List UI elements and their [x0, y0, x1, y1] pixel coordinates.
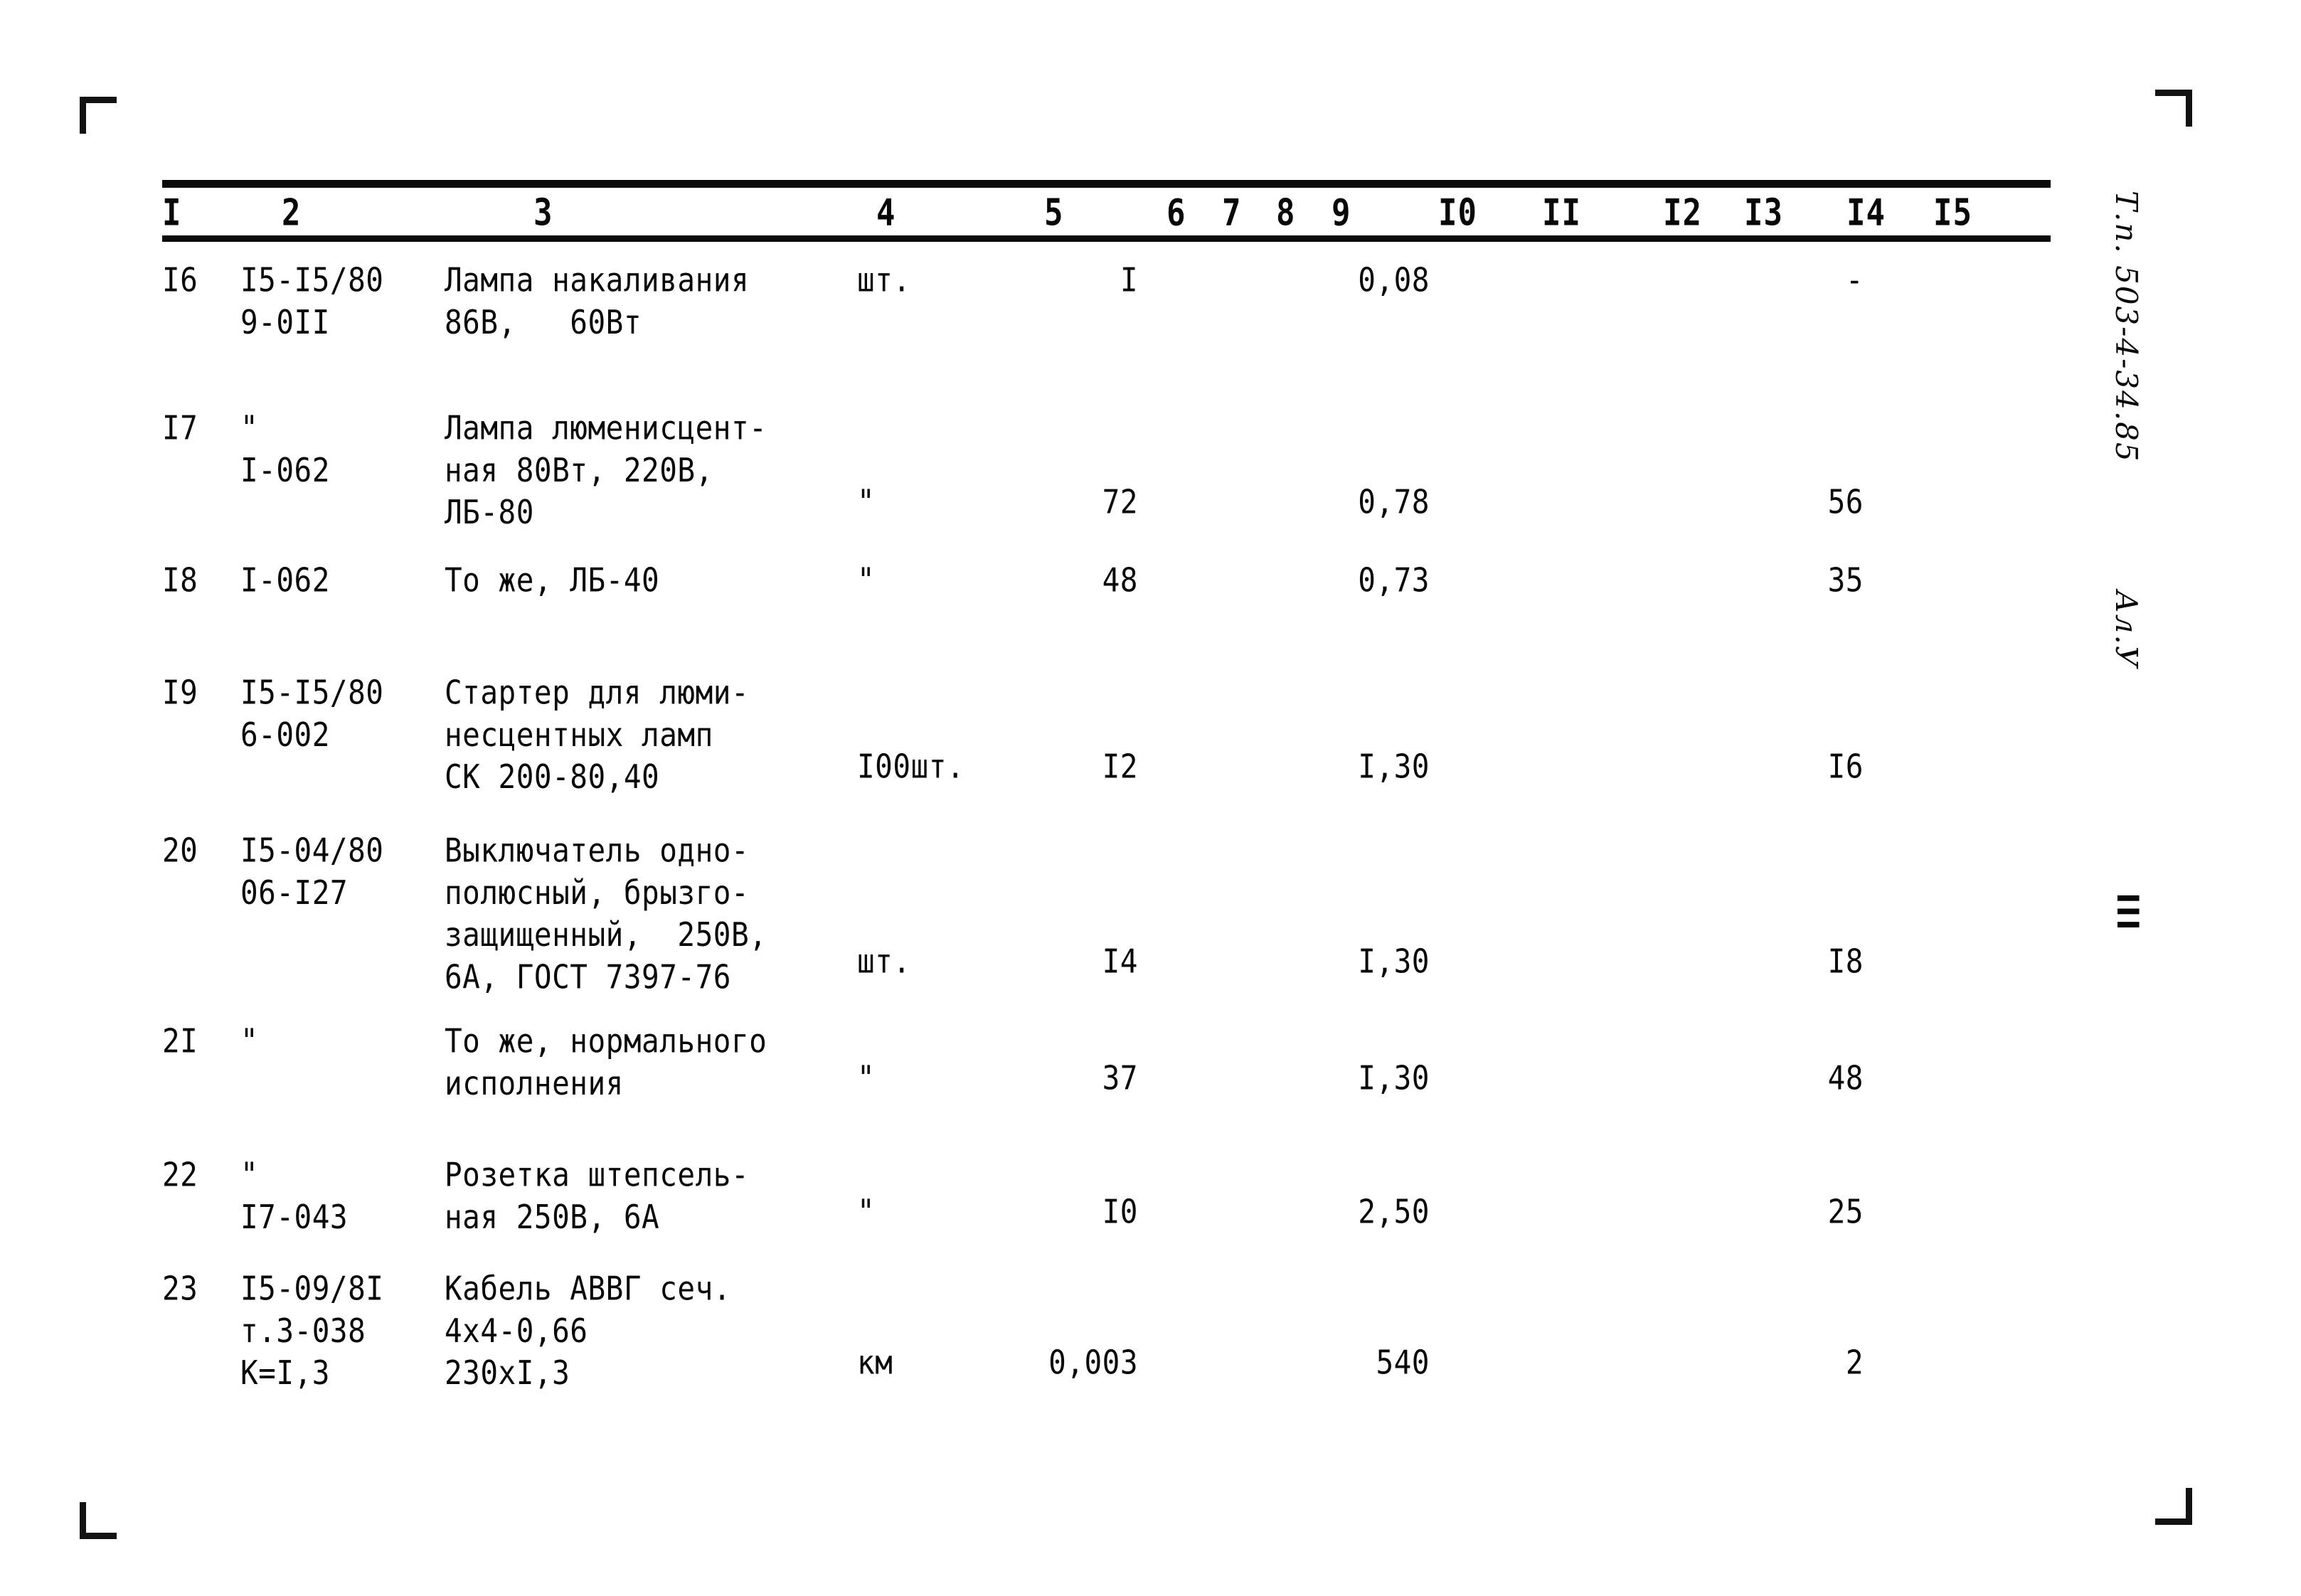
- row-unit: ": [857, 482, 876, 521]
- row-code: " I7-043: [240, 1155, 349, 1237]
- row-description: Розетка штепсель- ная 250В, 6А: [445, 1155, 750, 1237]
- row-code: ": [240, 1021, 259, 1060]
- row-unit: ": [857, 1192, 876, 1231]
- column-header-11: II: [1542, 191, 1581, 235]
- row-unit: км: [857, 1343, 893, 1382]
- row-code: I5-I5/80 6-002: [240, 673, 384, 755]
- column-header-6: 6: [1167, 191, 1186, 235]
- row-description: Лампа накаливания 86В, 60Вт: [445, 260, 750, 342]
- row-quantity: 48: [1102, 560, 1138, 600]
- row-description: То же, ЛБ-40: [445, 560, 660, 600]
- column-header-8: 8: [1276, 191, 1296, 235]
- row-description: Стартер для люми- несцентных ламп СК 200…: [445, 673, 750, 797]
- row-description: Выключатель одно- полюсный, брызго- защи…: [445, 831, 767, 996]
- row-price: 2,50: [1358, 1192, 1430, 1231]
- row-unit: ": [857, 1058, 876, 1097]
- row-quantity: I4: [1102, 942, 1138, 981]
- row-description: Кабель АВВГ сеч. 4х4-0,66 230хI,3: [445, 1269, 731, 1393]
- row-code: I5-09/8I т.3-038 К=I,3: [240, 1269, 384, 1393]
- row-code: I5-04/80 06-I27: [240, 831, 384, 913]
- column-header-13: I3: [1744, 191, 1783, 235]
- column-header-5: 5: [1044, 191, 1064, 235]
- row-quantity: 72: [1102, 482, 1138, 521]
- row-total: 56: [1827, 482, 1864, 521]
- row-number: 20: [162, 831, 198, 870]
- column-header-10: I0: [1438, 191, 1477, 235]
- crop-mark-top-left: [80, 97, 117, 134]
- crop-mark-bottom-left: [80, 1502, 117, 1539]
- row-total: -: [1845, 260, 1864, 299]
- row-total: 35: [1827, 560, 1864, 600]
- row-code: I5-I5/80 9-0II: [240, 260, 384, 342]
- margin-section-marker: III: [2110, 893, 2145, 932]
- column-header-4: 4: [876, 191, 896, 235]
- row-unit: ": [857, 560, 876, 600]
- row-total: 2: [1845, 1343, 1864, 1382]
- row-total: I6: [1827, 747, 1864, 786]
- margin-sheet-code: Ал.У: [2109, 590, 2144, 669]
- row-price: 0,78: [1358, 482, 1430, 521]
- crop-mark-bottom-right: [2155, 1488, 2192, 1525]
- row-price: I,30: [1358, 747, 1430, 786]
- row-unit: I00шт.: [857, 747, 965, 786]
- row-quantity: 0,003: [1048, 1343, 1138, 1382]
- scanned-document-page: I 2 3 4 5 6 7 8 9 I0 II I2 I3 I4 I5 I6 I…: [0, 0, 2301, 1596]
- row-number: I9: [162, 673, 198, 712]
- table-top-rule: [162, 180, 2051, 188]
- column-header-15: I5: [1933, 191, 1972, 235]
- row-quantity: I2: [1102, 747, 1138, 786]
- crop-mark-top-right: [2155, 90, 2192, 127]
- row-unit: шт.: [857, 942, 911, 981]
- row-number: 23: [162, 1269, 198, 1308]
- row-price: I,30: [1358, 942, 1430, 981]
- table-header-bottom-rule: [162, 235, 2051, 242]
- column-header-9: 9: [1332, 191, 1351, 235]
- row-description: То же, нормального исполнения: [445, 1021, 767, 1103]
- row-total: 25: [1827, 1192, 1864, 1231]
- column-header-1: I: [162, 191, 182, 235]
- row-total: I8: [1827, 942, 1864, 981]
- row-number: I8: [162, 560, 198, 600]
- margin-series-code: Т.п. 503-4-34.85: [2109, 191, 2144, 463]
- row-description: Лампа люменисцент- ная 80Вт, 220В, ЛБ-80: [445, 408, 767, 532]
- row-code: I-062: [240, 560, 330, 600]
- row-total: 48: [1827, 1058, 1864, 1097]
- row-number: I7: [162, 408, 198, 447]
- row-number: I6: [162, 260, 198, 299]
- row-quantity: 37: [1102, 1058, 1138, 1097]
- column-header-7: 7: [1222, 191, 1242, 235]
- row-quantity: I0: [1102, 1192, 1138, 1231]
- row-unit: шт.: [857, 260, 911, 299]
- column-header-3: 3: [533, 191, 553, 235]
- column-header-2: 2: [282, 191, 302, 235]
- row-price: 0,73: [1358, 560, 1430, 600]
- row-price: 540: [1376, 1343, 1430, 1382]
- row-price: 0,08: [1358, 260, 1430, 299]
- column-header-12: I2: [1663, 191, 1702, 235]
- row-number: 2I: [162, 1021, 198, 1060]
- row-code: " I-062: [240, 408, 330, 490]
- row-quantity: I: [1120, 260, 1138, 299]
- row-number: 22: [162, 1155, 198, 1194]
- column-header-14: I4: [1846, 191, 1886, 235]
- row-price: I,30: [1358, 1058, 1430, 1097]
